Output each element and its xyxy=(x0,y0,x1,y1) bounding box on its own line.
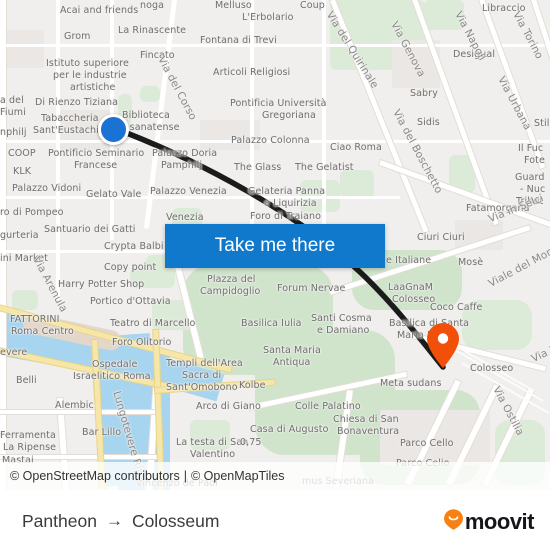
moovit-logo[interactable]: moovit xyxy=(443,509,535,535)
route-destination-label: Colosseum xyxy=(131,510,220,531)
attribution-tiles[interactable]: © OpenMapTiles xyxy=(191,469,285,483)
arrow-right-icon: → xyxy=(105,511,123,530)
moovit-wordmark: moovit xyxy=(464,509,535,534)
origin-dot-pantheon[interactable] xyxy=(98,114,129,145)
moovit-route-card: Acai and friends noga Melluso Coup Libraccio… xyxy=(0,0,550,551)
destination-pin-colosseum[interactable] xyxy=(427,323,459,368)
route-footer: Pantheon → Colosseum moovit xyxy=(0,490,550,551)
attribution-separator: | xyxy=(183,469,187,483)
attribution-osm[interactable]: © OpenStreetMap contributors xyxy=(10,469,180,483)
route-origin-label: Pantheon xyxy=(22,510,97,531)
map-attribution: © OpenStreetMap contributors | © OpenMap… xyxy=(0,462,550,490)
moovit-pin-smile-icon xyxy=(443,509,463,535)
route-title: Pantheon → Colosseum xyxy=(22,511,219,532)
take-me-there-button[interactable]: Take me there xyxy=(165,224,385,268)
map-canvas[interactable]: Acai and friends noga Melluso Coup Libraccio… xyxy=(0,0,550,490)
